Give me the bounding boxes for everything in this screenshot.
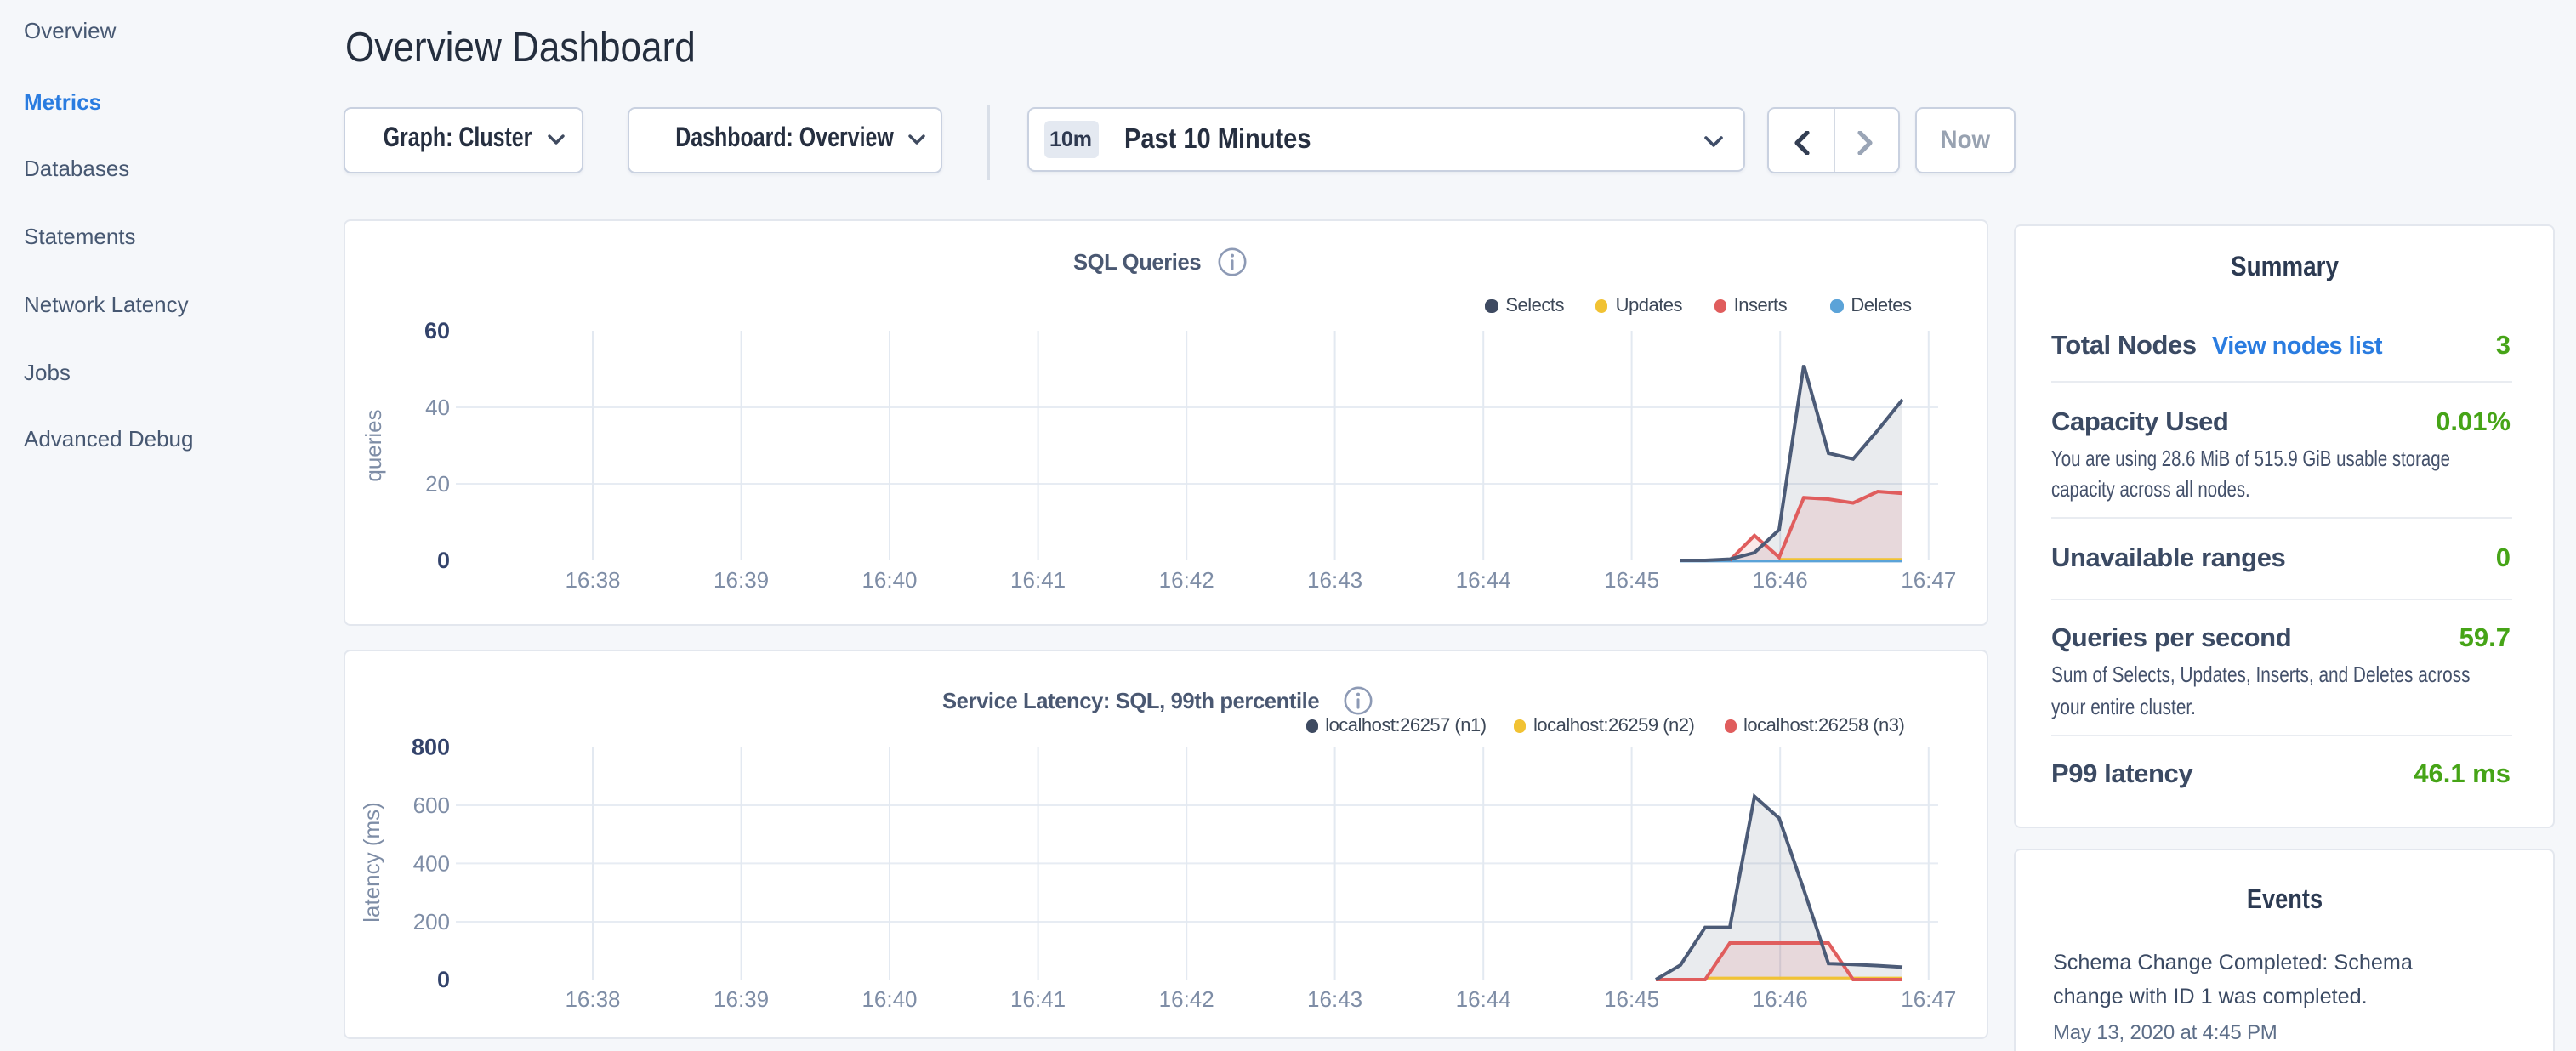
svg-text:0: 0 — [437, 967, 450, 992]
svg-text:16:47: 16:47 — [1901, 986, 1956, 1012]
svg-text:16:44: 16:44 — [1456, 567, 1511, 593]
svg-text:800: 800 — [412, 735, 450, 760]
svg-text:16:42: 16:42 — [1159, 567, 1214, 593]
svg-text:16:47: 16:47 — [1901, 567, 1956, 593]
svg-text:16:44: 16:44 — [1456, 986, 1511, 1012]
svg-text:60: 60 — [424, 318, 450, 344]
svg-text:600: 600 — [413, 793, 450, 818]
svg-text:16:45: 16:45 — [1604, 567, 1659, 593]
svg-text:latency (ms): latency (ms) — [359, 802, 384, 923]
svg-text:16:43: 16:43 — [1307, 567, 1362, 593]
svg-text:40: 40 — [425, 395, 450, 420]
svg-text:queries: queries — [361, 409, 386, 481]
svg-text:16:46: 16:46 — [1753, 567, 1808, 593]
svg-text:16:41: 16:41 — [1010, 986, 1066, 1012]
svg-text:16:40: 16:40 — [862, 986, 917, 1012]
svg-text:16:46: 16:46 — [1753, 986, 1808, 1012]
svg-text:16:38: 16:38 — [565, 986, 620, 1012]
svg-text:16:45: 16:45 — [1604, 986, 1659, 1012]
svg-text:16:39: 16:39 — [714, 567, 769, 593]
svg-text:16:40: 16:40 — [862, 567, 917, 593]
svg-text:16:41: 16:41 — [1010, 567, 1066, 593]
svg-text:400: 400 — [413, 850, 450, 876]
svg-text:20: 20 — [425, 471, 450, 497]
svg-text:16:38: 16:38 — [565, 567, 620, 593]
svg-text:200: 200 — [413, 909, 450, 935]
svg-text:16:42: 16:42 — [1159, 986, 1214, 1012]
svg-text:16:43: 16:43 — [1307, 986, 1362, 1012]
svg-text:16:39: 16:39 — [714, 986, 769, 1012]
svg-text:0: 0 — [437, 548, 450, 573]
